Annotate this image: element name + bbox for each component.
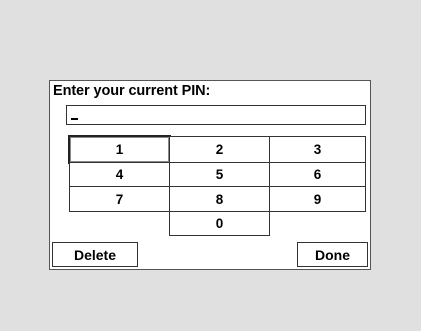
key-4[interactable]: 4 <box>69 162 170 187</box>
key-6[interactable]: 6 <box>269 162 366 187</box>
dialog-title: Enter your current PIN: <box>53 83 211 99</box>
delete-button[interactable]: Delete <box>52 242 138 267</box>
key-0[interactable]: 0 <box>169 211 270 236</box>
done-button[interactable]: Done <box>297 242 368 267</box>
key-7[interactable]: 7 <box>69 186 170 212</box>
key-1[interactable]: 1 <box>69 136 170 163</box>
key-9[interactable]: 9 <box>269 186 366 212</box>
key-2[interactable]: 2 <box>169 136 270 163</box>
pin-entry-dialog: Enter your current PIN: 1 2 3 4 5 6 7 8 … <box>49 80 371 270</box>
text-cursor <box>71 118 78 120</box>
key-5[interactable]: 5 <box>169 162 270 187</box>
key-3[interactable]: 3 <box>269 136 366 163</box>
pin-input-field[interactable] <box>66 105 366 125</box>
key-8[interactable]: 8 <box>169 186 270 212</box>
